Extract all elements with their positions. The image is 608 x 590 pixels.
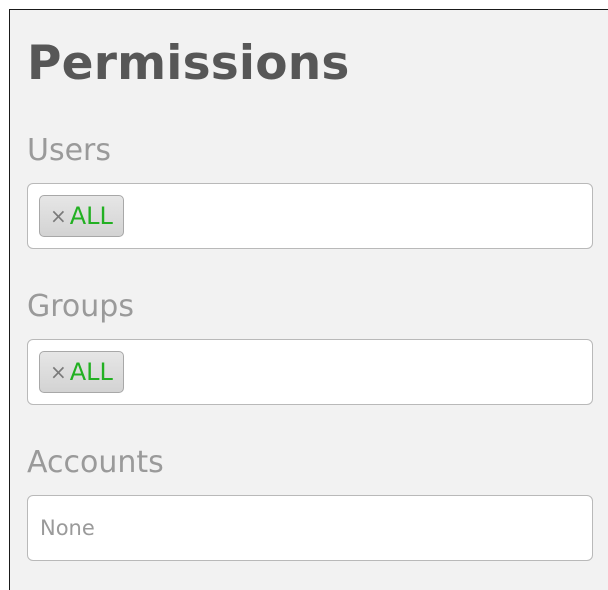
groups-field[interactable]: × ALL xyxy=(27,339,593,405)
tag-label: ALL xyxy=(69,202,113,230)
users-label: Users xyxy=(27,133,112,168)
groups-label: Groups xyxy=(27,289,134,324)
accounts-field[interactable]: None xyxy=(27,495,593,561)
accounts-label: Accounts xyxy=(27,445,164,480)
remove-tag-icon[interactable]: × xyxy=(50,362,67,382)
page-title: Permissions xyxy=(27,36,350,91)
tag-label: ALL xyxy=(69,358,113,386)
accounts-placeholder: None xyxy=(40,516,95,540)
users-field[interactable]: × ALL xyxy=(27,183,593,249)
users-tag-all: × ALL xyxy=(39,195,124,237)
remove-tag-icon[interactable]: × xyxy=(50,206,67,226)
groups-tag-all: × ALL xyxy=(39,351,124,393)
permissions-panel: Permissions Users × ALL Groups × ALL Acc… xyxy=(9,9,608,590)
